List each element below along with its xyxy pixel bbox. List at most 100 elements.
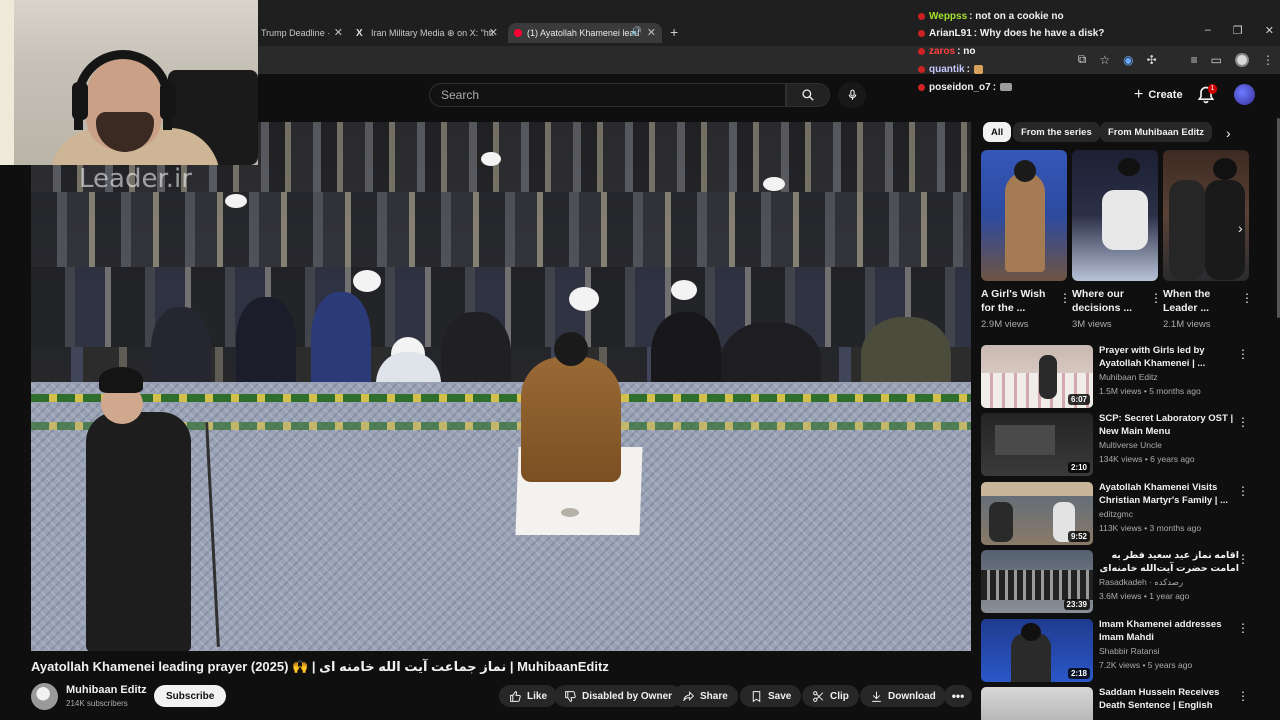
prayer-leader bbox=[521, 357, 621, 482]
more-vertical-icon[interactable]: ⋮ bbox=[1059, 291, 1071, 305]
recommendation-channel[interactable]: Multiverse Uncle bbox=[1099, 440, 1162, 450]
shelf-title[interactable]: A Girl's Wish for the ... bbox=[981, 287, 1053, 315]
recommendation-thumbnail[interactable]: 2:18 bbox=[981, 619, 1093, 682]
audio-playing-icon[interactable]: 🔊 bbox=[631, 26, 642, 37]
minimize-button[interactable]: – bbox=[1205, 24, 1211, 37]
recommendation-item[interactable]: 9:52 Ayatollah Khamenei Visits Christian… bbox=[981, 482, 1261, 545]
shelf-card[interactable]: When the Leader ... ⋮ 2.1M views bbox=[1163, 150, 1253, 330]
profile-icon[interactable] bbox=[1235, 52, 1249, 67]
more-vertical-icon[interactable]: ⋮ bbox=[1237, 347, 1249, 361]
recommendation-channel[interactable]: Shabbir Ratansi bbox=[1099, 646, 1159, 656]
x-logo-icon: X bbox=[356, 28, 363, 39]
close-tab-icon[interactable]: ✕ bbox=[334, 26, 343, 39]
subscribe-button[interactable]: Subscribe bbox=[154, 685, 227, 707]
recommendation-item[interactable]: 2:18 Imam Khamenei addresses Imam Mahdi … bbox=[981, 619, 1261, 682]
turban bbox=[225, 194, 247, 208]
prayer-leader-head bbox=[554, 332, 588, 366]
worshipper bbox=[236, 297, 296, 392]
share-arrow-icon bbox=[683, 690, 695, 701]
chip-from-channel[interactable]: From Muhibaan Editz bbox=[1100, 122, 1213, 142]
close-tab-icon[interactable]: ✕ bbox=[489, 26, 498, 39]
shelf-thumbnail[interactable] bbox=[1163, 150, 1249, 281]
recommendation-thumbnail[interactable]: 9:52 bbox=[981, 482, 1093, 545]
recommendation-title[interactable]: Prayer with Girls led by Ayatollah Khame… bbox=[1099, 345, 1239, 370]
notification-count-badge: 1 bbox=[1208, 84, 1217, 94]
account-avatar[interactable] bbox=[1234, 84, 1255, 105]
browser-menu-icon[interactable]: ⋮ bbox=[1262, 53, 1274, 67]
more-actions-button[interactable]: ••• bbox=[944, 685, 972, 707]
share-button[interactable]: Share bbox=[672, 685, 738, 707]
chip-from-series[interactable]: From the series bbox=[1013, 122, 1100, 142]
more-vertical-icon[interactable]: ⋮ bbox=[1237, 689, 1249, 703]
broadcast-icon[interactable]: ◉ bbox=[1123, 53, 1133, 67]
recommendation-channel[interactable]: editzgmc bbox=[1099, 509, 1133, 519]
search-input[interactable]: Search bbox=[429, 83, 786, 107]
more-vertical-icon[interactable]: ⋮ bbox=[1237, 621, 1249, 635]
recommendation-channel[interactable]: Rasadkadeh · رصدکده bbox=[1099, 577, 1183, 588]
maximize-button[interactable]: ❐ bbox=[1233, 24, 1243, 37]
plus-icon: + bbox=[1134, 86, 1144, 103]
chat-text: : bbox=[992, 81, 997, 93]
save-button[interactable]: Save bbox=[740, 685, 802, 707]
recommendation-item[interactable]: 2:10 SCP: Secret Laboratory OST | New Ma… bbox=[981, 413, 1261, 476]
chat-message: Weppss : not on a cookie no bbox=[918, 9, 1064, 23]
clip-button[interactable]: Clip bbox=[802, 685, 859, 707]
like-button[interactable]: Like bbox=[499, 685, 558, 707]
standing-man-cap bbox=[99, 367, 143, 393]
chat-badge-icon bbox=[918, 65, 925, 73]
recommendation-item[interactable]: Saddam Hussein Receives Death Sentence |… bbox=[981, 687, 1261, 720]
channel-name[interactable]: Muhibaan Editz bbox=[66, 684, 147, 696]
new-tab-button[interactable]: + bbox=[670, 24, 678, 40]
recommendation-title[interactable]: Saddam Hussein Receives Death Sentence |… bbox=[1099, 687, 1239, 712]
stream-chat-overlay: Weppss : not on a cookie no ArianL91 : W… bbox=[914, 0, 1124, 96]
tab-youtube-active[interactable]: (1) Ayatollah Khamenei lead 🔊 ✕ bbox=[508, 23, 662, 43]
chat-badge-icon bbox=[918, 12, 925, 20]
recommendation-meta: 113K views • 3 months ago bbox=[1099, 523, 1202, 533]
like-label: Like bbox=[527, 690, 548, 702]
recommendation-thumbnail[interactable]: 2:10 bbox=[981, 413, 1093, 476]
reading-list-icon[interactable]: ≡ bbox=[1191, 53, 1198, 67]
recommendation-title[interactable]: Imam Khamenei addresses Imam Mahdi bbox=[1099, 619, 1239, 644]
shelf-thumbnail[interactable] bbox=[1072, 150, 1158, 281]
voice-search-button[interactable] bbox=[838, 82, 866, 108]
close-window-button[interactable]: ✕ bbox=[1265, 24, 1274, 37]
dislike-disabled-button[interactable]: Disabled by Owner bbox=[554, 685, 683, 707]
chevron-right-icon[interactable]: › bbox=[1238, 220, 1243, 236]
recommendation-title[interactable]: Ayatollah Khamenei Visits Christian Mart… bbox=[1099, 482, 1239, 507]
recommendation-item[interactable]: 6:07 Prayer with Girls led by Ayatollah … bbox=[981, 345, 1261, 408]
tab-trump-deadline[interactable]: Trump Deadline · ✕ bbox=[261, 23, 343, 43]
shelf-card[interactable]: A Girl's Wish for the ... ⋮ 2.9M views bbox=[981, 150, 1071, 330]
recommendation-meta: 7.2K views • 5 years ago bbox=[1099, 660, 1193, 670]
more-vertical-icon[interactable]: ⋮ bbox=[1237, 484, 1249, 498]
close-tab-icon[interactable]: ✕ bbox=[647, 26, 656, 39]
recommendation-channel[interactable]: Muhibaan Editz bbox=[1099, 372, 1158, 382]
recommendation-title[interactable]: SCP: Secret Laboratory OST | New Main Me… bbox=[1099, 413, 1239, 438]
video-player[interactable]: Leader.ir bbox=[31, 122, 971, 651]
shelf-title[interactable]: When the Leader ... bbox=[1163, 287, 1235, 315]
recommendation-item[interactable]: 23:39 اقامه نماز عید سعید فطر به امامت ح… bbox=[981, 550, 1261, 613]
recommendation-title[interactable]: اقامه نماز عید سعید فطر به امامت حضرت آی… bbox=[1099, 550, 1239, 575]
tab-iran-military-media[interactable]: X Iran Military Media ⊕ on X: "htt ✕ bbox=[356, 23, 498, 43]
more-vertical-icon[interactable]: ⋮ bbox=[1150, 291, 1162, 305]
create-button[interactable]: + Create bbox=[1125, 83, 1192, 107]
video-duration: 2:10 bbox=[1067, 462, 1090, 473]
extensions-icon[interactable]: ✣ bbox=[1147, 53, 1157, 67]
more-vertical-icon[interactable]: ⋮ bbox=[1237, 552, 1249, 566]
chip-all[interactable]: All bbox=[983, 122, 1012, 142]
recommendation-thumbnail[interactable] bbox=[981, 687, 1093, 720]
shelf-thumbnail[interactable] bbox=[981, 150, 1067, 281]
channel-avatar[interactable] bbox=[31, 683, 58, 710]
recommendation-thumbnail[interactable]: 6:07 bbox=[981, 345, 1093, 408]
more-vertical-icon[interactable]: ⋮ bbox=[1241, 291, 1253, 305]
turban bbox=[671, 280, 697, 300]
shelf-card[interactable]: Where our decisions ... ⋮ 3M views bbox=[1072, 150, 1162, 330]
chevron-right-icon[interactable]: › bbox=[1226, 125, 1231, 141]
download-button[interactable]: Download bbox=[860, 685, 946, 707]
more-vertical-icon[interactable]: ⋮ bbox=[1237, 415, 1249, 429]
chat-badge-icon bbox=[918, 29, 925, 37]
shelf-title[interactable]: Where our decisions ... bbox=[1072, 287, 1144, 315]
search-button[interactable] bbox=[786, 83, 830, 107]
recommendation-meta: 3.6M views • 1 year ago bbox=[1099, 591, 1190, 601]
recommendation-thumbnail[interactable]: 23:39 bbox=[981, 550, 1093, 613]
split-view-icon[interactable]: ▭ bbox=[1211, 53, 1222, 67]
